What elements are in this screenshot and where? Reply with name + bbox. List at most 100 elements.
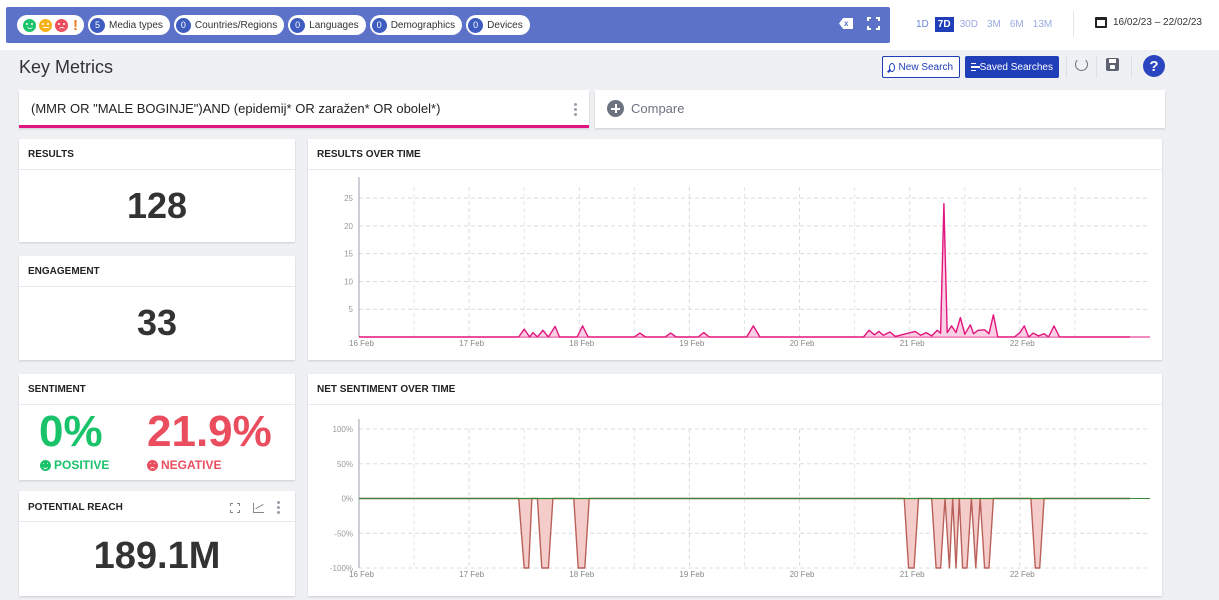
card-title: ENGAGEMENT: [28, 266, 100, 277]
y-tick-label: 100%: [333, 425, 353, 434]
net-sentiment-card: NET SENTIMENT OVER TIME 16 Feb 17 Feb 18 F…: [308, 374, 1162, 596]
positive-label-text: POSITIVE: [54, 458, 110, 472]
y-tick-label: 50%: [337, 460, 353, 469]
negative-label-text: NEGATIVE: [161, 458, 222, 472]
results-value: 128: [126, 185, 188, 226]
positive-icon[interactable]: [23, 18, 36, 32]
reach-value: 189.1M: [93, 535, 221, 577]
results-over-time-card: RESULTS OVER TIME 16 Feb 17 Feb 18 Feb 19 F…: [308, 139, 1162, 360]
divider: [1096, 56, 1097, 78]
x-tick-label: 20 Feb: [790, 339, 815, 348]
page-title: Key Metrics: [19, 57, 114, 77]
new-search-label: New Search: [898, 61, 953, 73]
x-tick-label: 18 Feb: [569, 339, 594, 348]
period-1d[interactable]: 1D: [913, 17, 932, 32]
new-search-button[interactable]: New Search: [882, 56, 960, 78]
top-bar: ! 5 Media types 0 Countries/Regions 0 La…: [0, 0, 1219, 50]
refresh-icon[interactable]: [1075, 58, 1088, 71]
fullscreen-icon[interactable]: [867, 17, 880, 30]
search-icon: [889, 62, 895, 72]
query-text: (MMR OR "MALE BOGINJE")AND (epidemij* OR…: [31, 101, 441, 116]
divider: [19, 286, 295, 287]
expand-icon[interactable]: [230, 502, 240, 513]
chip-label: Devices: [487, 19, 523, 31]
period-13m[interactable]: 13M: [1030, 17, 1055, 32]
save-icon[interactable]: [1106, 58, 1119, 71]
compare-button[interactable]: Compare: [595, 90, 1165, 128]
engagement-value: 33: [136, 302, 178, 343]
chip-count: 0: [290, 17, 306, 33]
y-tick-label: -50%: [334, 529, 353, 538]
help-icon[interactable]: ?: [1143, 55, 1165, 77]
chip-count: 0: [371, 17, 387, 33]
y-tick-label: 5: [349, 305, 354, 314]
positive-label: POSITIVE: [40, 458, 109, 472]
chip-count: 0: [175, 17, 191, 33]
period-6m[interactable]: 6M: [1007, 17, 1027, 32]
divider: [19, 521, 295, 522]
negative-percent: 21.9%: [147, 407, 272, 456]
filter-bar: ! 5 Media types 0 Countries/Regions 0 La…: [6, 7, 890, 43]
positive-percent: 0%: [39, 407, 103, 456]
x-tick-label: 21 Feb: [900, 339, 925, 348]
date-range-picker[interactable]: 16/02/23 – 22/02/23: [1095, 17, 1202, 28]
divider: [19, 169, 295, 170]
chip-count: 5: [90, 17, 105, 33]
x-tick-label: 17 Feb: [459, 339, 484, 348]
sentiment-card: SENTIMENT 0% 21.9% POSITIVE NEGATIVE: [19, 374, 295, 480]
negative-icon: [147, 459, 158, 471]
chip-label: Countries/Regions: [194, 19, 278, 31]
chip-label: Languages: [309, 19, 359, 31]
period-3m[interactable]: 3M: [984, 17, 1004, 32]
filter-chip-languages[interactable]: 0 Languages: [288, 15, 366, 35]
alert-icon[interactable]: !: [73, 18, 78, 33]
filter-chip-demographics[interactable]: 0 Demographics: [369, 15, 463, 35]
x-tick-label: 16 Feb: [349, 339, 374, 348]
card-title: POTENTIAL REACH: [28, 502, 123, 513]
card-tools: [230, 501, 280, 514]
results-card: RESULTS 128: [19, 139, 295, 242]
potential-reach-card: POTENTIAL REACH 189.1M: [19, 491, 295, 596]
query-menu-icon[interactable]: [574, 103, 577, 116]
divider: [1066, 56, 1067, 78]
sentiment-filter[interactable]: !: [17, 15, 84, 35]
chip-count: 0: [468, 17, 484, 33]
saved-searches-label: Saved Searches: [979, 61, 1053, 73]
x-tick-label: 19 Feb: [679, 570, 704, 579]
net-sentiment-chart: 16 Feb 17 Feb 18 Feb 19 Feb 20 Feb 21 Feb 22 F…: [330, 419, 1150, 579]
y-tick-label: 0%: [341, 495, 353, 504]
chart-icon[interactable]: [253, 502, 264, 513]
more-icon[interactable]: [277, 501, 280, 514]
saved-searches-button[interactable]: Saved Searches: [965, 56, 1059, 78]
y-tick-label: 15: [344, 250, 353, 259]
negative-label: NEGATIVE: [147, 458, 221, 472]
y-tick-label: -100%: [330, 564, 353, 573]
chip-label: Demographics: [390, 19, 456, 31]
divider: [19, 404, 295, 405]
query-input[interactable]: (MMR OR "MALE BOGINJE")AND (epidemij* OR…: [19, 90, 589, 128]
y-tick-label: 20: [344, 222, 353, 231]
negative-icon[interactable]: [55, 18, 68, 32]
chip-label: Media types: [109, 19, 163, 31]
x-tick-label: 22 Feb: [1010, 570, 1035, 579]
period-30d[interactable]: 30D: [957, 17, 981, 32]
card-title: RESULTS: [28, 149, 74, 160]
neutral-icon[interactable]: [39, 18, 52, 32]
filter-actions: x: [839, 17, 880, 30]
x-tick-label: 17 Feb: [459, 570, 484, 579]
card-title: SENTIMENT: [28, 384, 86, 395]
date-range-text: 16/02/23 – 22/02/23: [1113, 17, 1202, 28]
period-7d[interactable]: 7D: [934, 17, 954, 32]
y-tick-label: 25: [344, 194, 353, 203]
filter-chip-media-types[interactable]: 5 Media types: [88, 15, 170, 35]
list-icon: [971, 63, 980, 71]
filter-chip-countries[interactable]: 0 Countries/Regions: [173, 15, 285, 35]
period-selector: 1D 7D 30D 3M 6M 13M: [913, 17, 1055, 32]
divider: [1131, 56, 1132, 78]
results-chart: 16 Feb 17 Feb 18 Feb 19 Feb 20 Feb 21 Feb 22 F…: [344, 177, 1150, 348]
x-tick-label: 20 Feb: [790, 570, 815, 579]
clear-filters-icon[interactable]: x: [839, 18, 853, 29]
positive-icon: [40, 459, 51, 471]
x-tick-label: 19 Feb: [679, 339, 704, 348]
filter-chip-devices[interactable]: 0 Devices: [466, 15, 530, 35]
